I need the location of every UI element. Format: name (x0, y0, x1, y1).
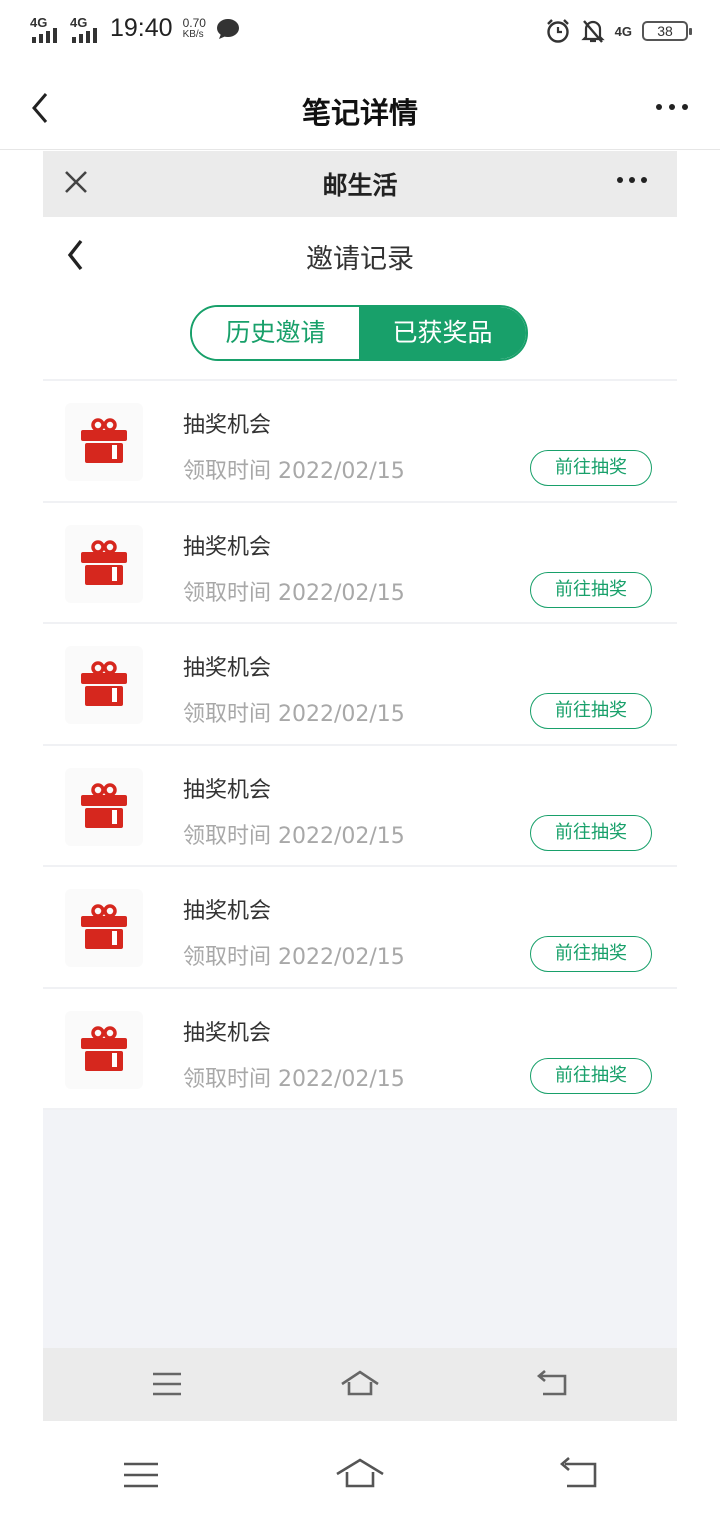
go-draw-button[interactable]: 前往抽奖 (530, 1057, 652, 1094)
battery-icon: 38 (642, 21, 692, 41)
prize-name: 抽奖机会 (183, 899, 272, 924)
return-icon[interactable] (533, 1366, 573, 1402)
list-item: 抽奖机会 领取时间 2022/02/15 前往抽奖 (43, 381, 677, 503)
mute-bell-icon (581, 20, 605, 43)
menu-icon[interactable] (116, 1454, 166, 1494)
received-time: 领取时间 2022/02/15 (183, 945, 405, 970)
return-icon[interactable] (555, 1454, 605, 1494)
list-item: 抽奖机会 领取时间 2022/02/15 前往抽奖 (43, 988, 677, 1110)
gift-icon (65, 403, 143, 481)
gift-icon (65, 646, 143, 724)
page-title: 笔记详情 (301, 96, 418, 130)
received-time: 领取时间 2022/02/15 (183, 580, 405, 606)
home-icon[interactable] (335, 1454, 385, 1494)
more-dots-icon[interactable] (617, 177, 647, 183)
mini-app-title: 邮生活 (322, 171, 398, 200)
alarm-icon (546, 19, 569, 43)
segmented-tabs: 历史邀请 已获奖品 (190, 305, 528, 361)
prize-name: 抽奖机会 (183, 1020, 272, 1046)
received-time: 领取时间 2022/02/15 (183, 459, 405, 484)
gift-icon (65, 1010, 143, 1089)
tab-bar-wrap: 历史邀请 已获奖品 (43, 293, 677, 379)
go-draw-button[interactable]: 前往抽奖 (530, 450, 652, 486)
list-item: 抽奖机会 领取时间 2022/02/15 前往抽奖 (43, 867, 677, 989)
page-title: 邀请记录 (306, 244, 414, 275)
tab-prizes-received[interactable]: 已获奖品 (359, 307, 526, 359)
gift-icon (65, 889, 143, 967)
prize-list: 抽奖机会 领取时间 2022/02/15 前往抽奖 抽奖机会 领取时间 2022… (43, 379, 677, 1110)
prize-name: 抽奖机会 (183, 534, 272, 560)
chat-bubble-icon (216, 18, 239, 39)
status-bar: 4G 4G 19:40 0.70 KB/s 4G 38 (0, 0, 720, 66)
mini-app-container: 邮生活 邀请记录 历史邀请 已获奖品 抽奖机会 领取时间 2022/02/15 … (43, 151, 677, 1421)
go-draw-button[interactable]: 前往抽奖 (530, 571, 652, 608)
network-type: 4G (614, 23, 632, 39)
app-header: 笔记详情 (0, 66, 720, 150)
go-draw-button[interactable]: 前往抽奖 (530, 936, 652, 972)
go-draw-button[interactable]: 前往抽奖 (530, 814, 652, 851)
status-time: 19:40 (110, 14, 173, 42)
more-dots-icon[interactable] (656, 104, 688, 110)
go-draw-button[interactable]: 前往抽奖 (530, 693, 652, 729)
system-nav-bar (0, 1422, 720, 1520)
list-item: 抽奖机会 领取时间 2022/02/15 前往抽奖 (43, 624, 677, 746)
received-time: 领取时间 2022/02/15 (183, 823, 405, 849)
gift-icon (65, 524, 143, 603)
gift-icon (65, 767, 143, 846)
prize-name: 抽奖机会 (183, 656, 272, 681)
tab-history-invites[interactable]: 历史邀请 (192, 307, 359, 359)
list-item: 抽奖机会 领取时间 2022/02/15 前往抽奖 (43, 745, 677, 867)
signal-icon: 4G (30, 15, 60, 43)
received-time: 领取时间 2022/02/15 (183, 1066, 405, 1092)
received-time: 领取时间 2022/02/15 (183, 702, 405, 727)
mini-app-nav-bar (43, 1348, 677, 1421)
signal-icon: 4G (70, 15, 100, 43)
page-nav: 邀请记录 (43, 217, 677, 293)
home-icon[interactable] (340, 1366, 380, 1402)
invite-record-page: 邀请记录 历史邀请 已获奖品 抽奖机会 领取时间 2022/02/15 前往抽奖 (43, 217, 677, 1110)
prize-name: 抽奖机会 (183, 413, 272, 438)
menu-icon[interactable] (147, 1366, 187, 1402)
prize-name: 抽奖机会 (183, 777, 272, 803)
list-item: 抽奖机会 领取时间 2022/02/15 前往抽奖 (43, 502, 677, 624)
mini-app-titlebar: 邮生活 (43, 151, 677, 217)
network-speed: 0.70 KB/s (182, 15, 206, 40)
